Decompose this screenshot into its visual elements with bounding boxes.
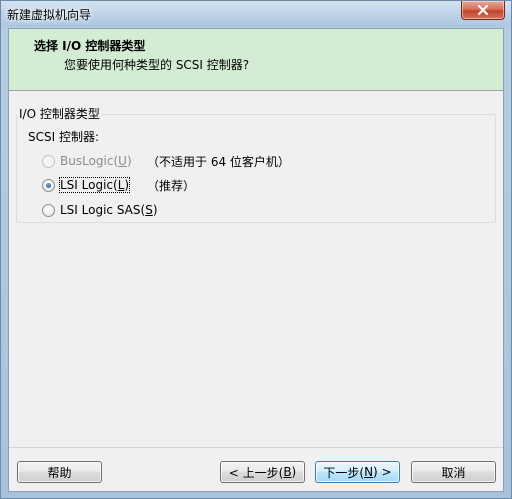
group-legend: I/O 控制器类型 — [17, 105, 102, 122]
title-bar[interactable]: 新建虚拟机向导 — [1, 1, 511, 27]
radio-buslogic[interactable]: BusLogic(U) — [42, 152, 132, 170]
wizard-window: 新建虚拟机向导 选择 I/O 控制器类型 您要使用何种类型的 SCSI 控制器?… — [0, 0, 512, 499]
radio-buslogic-label: BusLogic(U) — [60, 154, 132, 168]
radio-lsi-logic-sas[interactable]: LSI Logic SAS(S) — [42, 201, 158, 219]
footer-divider — [9, 447, 503, 448]
page-title: 选择 I/O 控制器类型 — [34, 39, 146, 53]
close-button[interactable] — [461, 1, 505, 20]
wizard-header: 选择 I/O 控制器类型 您要使用何种类型的 SCSI 控制器? — [9, 29, 503, 91]
page-subtitle: 您要使用何种类型的 SCSI 控制器? — [64, 58, 250, 72]
radio-button[interactable] — [42, 203, 55, 217]
scsi-controller-label: SCSI 控制器: — [28, 130, 100, 144]
radio-button-checked[interactable] — [42, 178, 55, 192]
radio-button[interactable] — [42, 154, 55, 168]
buslogic-note: （不适用于 64 位客户机） — [147, 155, 290, 169]
window-title: 新建虚拟机向导 — [7, 8, 92, 22]
back-button[interactable]: < 上一步(B) — [220, 461, 305, 483]
cancel-button[interactable]: 取消 — [411, 461, 496, 483]
radio-lsi-logic[interactable]: LSI Logic(L) — [42, 176, 131, 194]
close-icon — [477, 4, 489, 16]
next-button[interactable]: 下一步(N) > — [315, 461, 400, 483]
wizard-client-area: 选择 I/O 控制器类型 您要使用何种类型的 SCSI 控制器? I/O 控制器… — [8, 28, 504, 492]
radio-lsi-logic-sas-label: LSI Logic SAS(S) — [60, 203, 158, 217]
lsi-logic-note: （推荐） — [147, 179, 196, 193]
help-button[interactable]: 帮助 — [17, 461, 102, 483]
radio-lsi-logic-label: LSI Logic(L) — [58, 177, 131, 193]
